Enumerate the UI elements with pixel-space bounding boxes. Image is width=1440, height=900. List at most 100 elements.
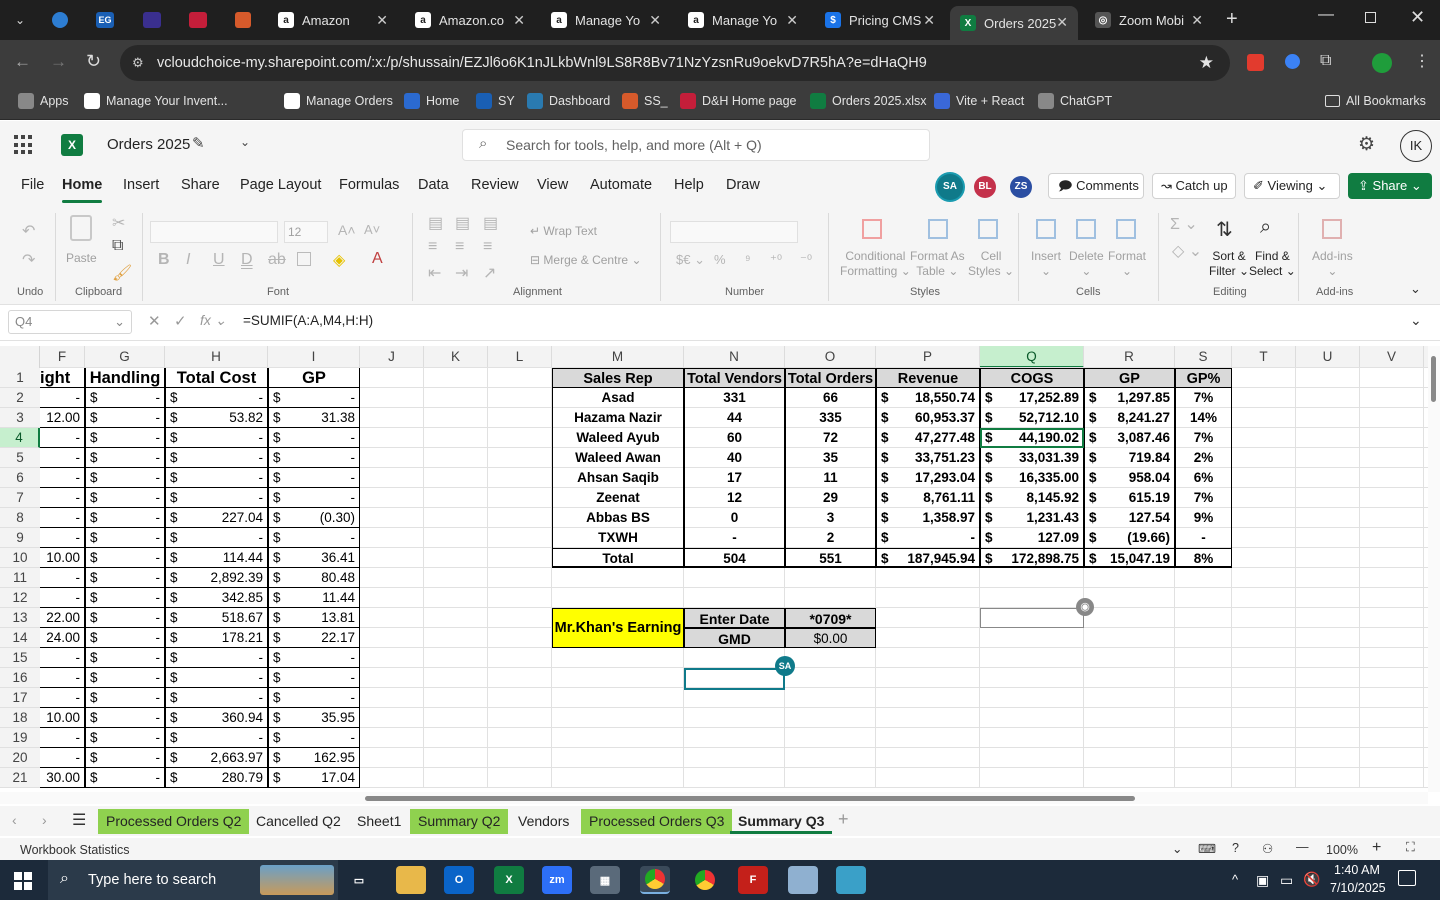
summary-cell[interactable]: $8,241.27 (1084, 408, 1175, 428)
viewing-button[interactable]: ✐ Viewing ⌄ (1244, 173, 1340, 199)
font-size-dropdown[interactable]: 12 (284, 221, 328, 243)
header-cell[interactable]: GP (268, 368, 360, 388)
summary-cell[interactable]: $33,031.39 (980, 448, 1084, 468)
pinned-tab-1[interactable] (52, 12, 68, 28)
chrome-icon-2[interactable] (690, 866, 720, 894)
data-cell[interactable]: - (40, 728, 85, 748)
volume-icon[interactable]: 🔇 (1303, 871, 1320, 888)
site-info-icon[interactable]: ⚙ (132, 45, 144, 81)
summary-cell[interactable]: 3 (785, 508, 876, 528)
summary-cell[interactable]: $16,335.00 (980, 468, 1084, 488)
extensions-icon[interactable]: ⧉ (1320, 52, 1331, 70)
summary-cell[interactable]: - (684, 528, 785, 548)
ribbon-tab[interactable]: Share (181, 177, 220, 193)
data-cell[interactable]: $360.94 (165, 708, 268, 728)
summary-cell[interactable]: 7% (1175, 428, 1232, 448)
data-cell[interactable]: $ - (85, 428, 165, 448)
data-cell[interactable]: $ - (85, 668, 165, 688)
summary-cell[interactable]: 72 (785, 428, 876, 448)
data-cell[interactable]: - (40, 568, 85, 588)
summary-header-cell[interactable]: Revenue (876, 368, 980, 388)
browser-tab[interactable]: X Orders 2025 ✕ (950, 6, 1078, 40)
summary-cell[interactable]: 12 (684, 488, 785, 508)
zoom-level[interactable]: 100% (1326, 843, 1358, 857)
data-cell[interactable]: $227.04 (165, 508, 268, 528)
insert-function-icon[interactable]: fx ⌄ (200, 312, 227, 329)
summary-cell[interactable]: $1,231.43 (980, 508, 1084, 528)
data-cell[interactable]: $53.82 (165, 408, 268, 428)
orientation-icon[interactable]: ↗ (483, 263, 496, 283)
row-header[interactable]: 16 (0, 668, 40, 688)
profile-icon[interactable] (1372, 53, 1392, 73)
data-cell[interactable]: $280.79 (165, 768, 268, 788)
ribbon-tab[interactable]: Automate (590, 177, 652, 193)
column-header[interactable]: J (360, 346, 424, 368)
ribbon-tab[interactable]: Home (62, 177, 103, 203)
format-cells-icon[interactable] (1116, 219, 1136, 239)
app-icon-1[interactable] (788, 866, 818, 894)
pinned-tab-4[interactable] (189, 12, 207, 28)
calculator-icon[interactable]: ▦ (590, 866, 620, 894)
total-cell[interactable]: 8% (1175, 548, 1232, 568)
align-top-icon[interactable]: ▤ (428, 213, 443, 233)
underline-icon[interactable]: U (213, 251, 225, 269)
summary-cell[interactable]: $ - (876, 528, 980, 548)
all-sheets-icon[interactable]: ☰ (72, 810, 86, 830)
summary-cell[interactable]: 331 (684, 388, 785, 408)
confirm-formula-icon[interactable]: ✓ (174, 312, 187, 330)
filezilla-icon[interactable]: F (738, 866, 768, 894)
status-chevron-icon[interactable]: ⌄ (1172, 841, 1182, 856)
data-cell[interactable]: $ - (85, 468, 165, 488)
summary-header-cell[interactable]: Sales Rep (552, 368, 684, 388)
data-cell[interactable]: $ - (85, 708, 165, 728)
data-cell[interactable]: $ - (165, 448, 268, 468)
search-box[interactable]: ⌕ Search for tools, help, and more (Alt … (462, 129, 930, 161)
data-cell[interactable]: $ (0.30) (268, 508, 360, 528)
column-header[interactable]: Q (980, 346, 1084, 368)
data-cell[interactable]: $ - (165, 668, 268, 688)
row-header[interactable]: 19 (0, 728, 40, 748)
bookmark-item[interactable]: Home (404, 87, 459, 115)
data-cell[interactable]: $ - (268, 488, 360, 508)
bookmark-item[interactable]: Dashboard (527, 87, 610, 115)
add-sheet-icon[interactable]: + (838, 809, 849, 830)
data-cell[interactable]: $ - (85, 568, 165, 588)
tray-icon-1[interactable]: ▣ (1256, 872, 1269, 889)
fullscreen-icon[interactable]: ⛶ (1406, 840, 1415, 855)
decrease-font-icon[interactable]: A˅ (364, 222, 380, 237)
data-cell[interactable]: $ - (165, 648, 268, 668)
increase-indent-icon[interactable]: ⇥ (455, 263, 468, 283)
summary-cell[interactable]: Ahsan Saqib (552, 468, 684, 488)
column-header[interactable]: S (1175, 346, 1232, 368)
data-cell[interactable]: $35.95 (268, 708, 360, 728)
paste-icon[interactable] (70, 215, 92, 241)
data-cell[interactable]: 12.00 (40, 408, 85, 428)
insert-cells-button[interactable]: Insert ⌄ (1031, 249, 1061, 279)
delete-cells-icon[interactable] (1076, 219, 1096, 239)
outlook-icon[interactable]: O (444, 866, 474, 894)
total-cell[interactable]: Total (552, 548, 684, 568)
tab-close-icon[interactable]: ✕ (923, 12, 935, 29)
data-cell[interactable]: $31.38 (268, 408, 360, 428)
back-icon[interactable]: ← (14, 52, 31, 72)
settings-gear-icon[interactable]: ⚙ (1358, 133, 1375, 156)
data-cell[interactable]: 10.00 (40, 548, 85, 568)
data-cell[interactable]: $ - (85, 688, 165, 708)
data-cell[interactable]: $ - (85, 508, 165, 528)
data-cell[interactable]: - (40, 688, 85, 708)
all-bookmarks[interactable]: All Bookmarks (1325, 87, 1426, 115)
prev-sheet-icon[interactable]: ‹ (12, 812, 17, 828)
data-cell[interactable]: $ - (85, 588, 165, 608)
bookmark-star-icon[interactable]: ★ (1199, 45, 1214, 81)
bookmark-item[interactable]: Manage Orders (284, 87, 393, 115)
new-tab-icon[interactable]: + (1226, 8, 1238, 31)
column-header[interactable]: N (684, 346, 785, 368)
summary-cell[interactable]: 335 (785, 408, 876, 428)
ribbon-tab[interactable]: File (21, 177, 44, 193)
sheet-tab[interactable]: Summary Q2 (410, 809, 509, 834)
row-header[interactable]: 20 (0, 748, 40, 768)
data-cell[interactable]: $162.95 (268, 748, 360, 768)
data-cell[interactable]: - (40, 428, 85, 448)
tab-close-icon[interactable]: ✕ (649, 12, 661, 29)
data-cell[interactable]: $ - (85, 528, 165, 548)
